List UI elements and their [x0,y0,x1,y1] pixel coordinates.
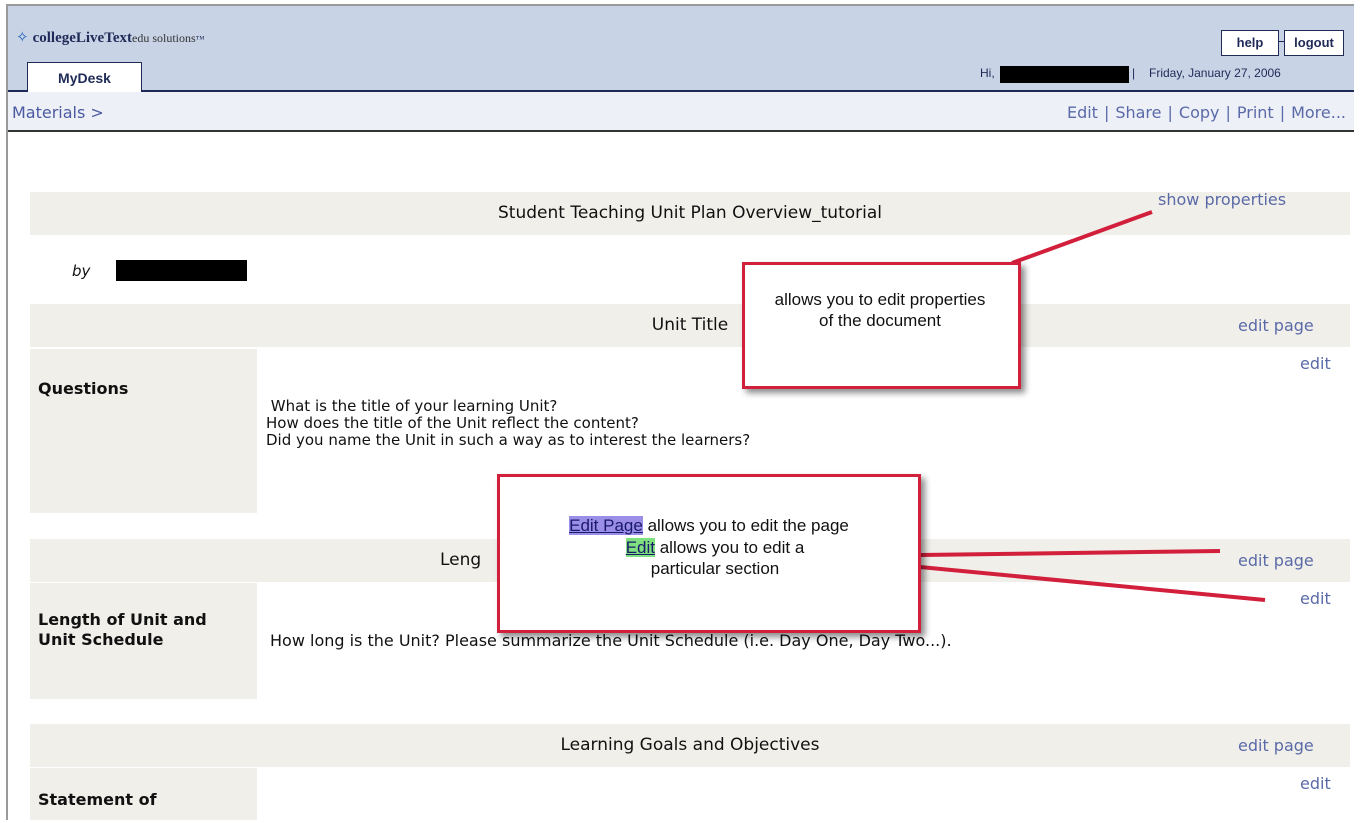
copy-action[interactable]: Copy [1179,103,1220,122]
section-title: Unit Title [651,315,729,335]
length-label: Length of Unit and Unit Schedule [38,610,207,649]
action-separator: | [1225,103,1231,122]
edit-action[interactable]: Edit [1067,103,1098,122]
questions-label: Questions [38,379,129,398]
callout-properties-text: allows you to edit properties of the doc… [774,290,986,330]
edit-page-link[interactable]: edit page [1238,316,1314,335]
section-title: Learning Goals and Objectives [560,735,820,755]
greeting-text: Hi, [980,66,995,80]
logout-button[interactable]: logout [1284,30,1344,56]
edit-highlight: Edit [625,538,655,557]
print-action[interactable]: Print [1237,103,1274,122]
help-button[interactable]: help [1221,30,1279,56]
callout-line-2: Edit allows you to edit a particular sec… [610,537,820,579]
callout-line-1: Edit Page allows you to edit the page [500,515,918,536]
section-title: Leng [440,550,482,570]
section-questions-text: How long is the Unit? Please summarize t… [270,631,952,650]
action-separator: | [1279,103,1286,122]
breadcrumb[interactable]: Materials > [12,103,104,122]
section-header-unit-title: Unit Title [30,304,1350,347]
tab-mydesk[interactable]: MyDesk [27,62,142,92]
more-action[interactable]: More... [1291,103,1346,122]
author-byline: by [72,262,90,280]
app-logo[interactable]: ✧ collegeLiveTextedu solutions™ [16,28,205,47]
app-frame: ✧ collegeLiveTextedu solutions™ help logo… [6,4,1354,820]
callout-edit-help: Edit Page allows you to edit the page Ed… [497,474,921,633]
statement-label-cell: Statement of [30,768,257,820]
edit-page-link[interactable]: edit page [1238,736,1314,755]
section-header-learning-goals: Learning Goals and Objectives [30,724,1350,767]
document-actions: Edit | Share | Copy | Print | More... [1067,103,1346,122]
edit-link[interactable]: edit [1300,354,1331,373]
statement-label: Statement of [38,790,157,809]
bird-logo-icon: ✧ [16,30,29,46]
questions-label-cell: Questions [30,349,257,513]
action-separator: | [1167,103,1173,122]
logo-brand: collegeLiveText [32,30,132,46]
edit-page-link[interactable]: edit page [1238,551,1314,570]
action-separator: | [1103,103,1110,122]
callout-line-2-rest: allows you to edit a particular section [650,538,805,578]
redacted-author [116,260,247,281]
show-properties-link[interactable]: show properties [1158,190,1286,209]
edit-link[interactable]: edit [1300,589,1331,608]
share-action[interactable]: Share [1115,103,1161,122]
redacted-username [1000,66,1129,83]
edit-link[interactable]: edit [1300,774,1331,793]
document-title-band: Student Teaching Unit Plan Overview_tuto… [30,192,1350,235]
callout-line-1-rest: allows you to edit the page [642,516,849,535]
document-title: Student Teaching Unit Plan Overview_tuto… [498,203,882,223]
edit-page-highlight: Edit Page [569,516,643,535]
by-label: by [72,262,91,280]
section-questions-text: What is the title of your learning Unit?… [266,397,751,449]
logo-subtitle: edu solutions [132,31,196,45]
date-separator: | [1132,66,1136,80]
callout-properties: allows you to edit properties of the doc… [742,262,1021,389]
length-label-cell: Length of Unit and Unit Schedule [30,583,257,699]
current-date: Friday, January 27, 2006 [1149,66,1281,80]
